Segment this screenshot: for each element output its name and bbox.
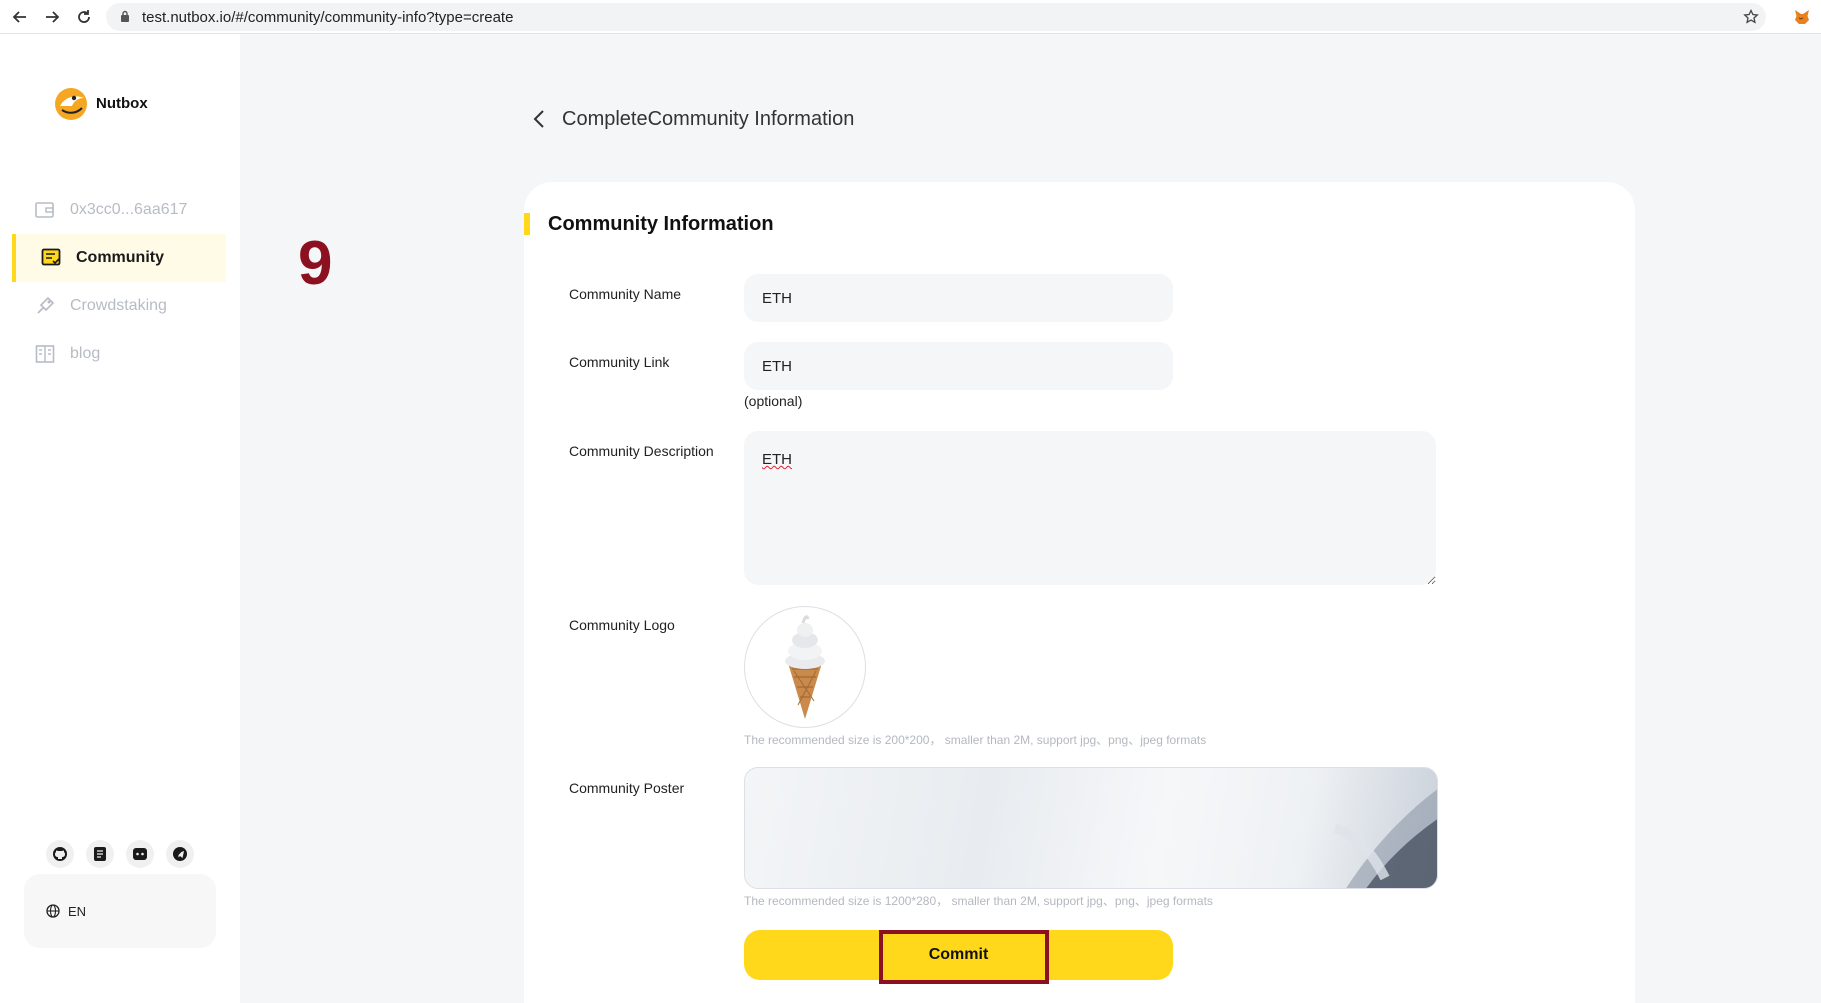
wallet-icon xyxy=(34,199,56,221)
sidebar-item-community[interactable]: Community xyxy=(12,234,226,282)
reload-icon[interactable] xyxy=(72,5,96,29)
community-name-input[interactable] xyxy=(744,274,1173,322)
sidebar-item-label: blog xyxy=(70,345,101,362)
github-icon[interactable] xyxy=(46,840,74,868)
metamask-fox-icon[interactable] xyxy=(1791,6,1813,28)
nutbox-logo-icon xyxy=(52,84,90,122)
community-description-textarea[interactable]: ETH xyxy=(744,431,1436,585)
blog-icon xyxy=(34,343,56,365)
page-title: CompleteCommunity Information xyxy=(562,107,855,130)
community-logo-label: Community Logo xyxy=(569,617,675,633)
crowdstaking-icon xyxy=(34,295,56,317)
community-poster-label: Community Poster xyxy=(569,780,685,796)
sidebar-item-wallet[interactable]: 0x3cc0...6aa617 xyxy=(12,186,226,234)
address-bar[interactable]: test.nutbox.io/#/community/community-inf… xyxy=(106,3,1766,31)
discord-icon[interactable] xyxy=(126,840,154,868)
community-name-label: Community Name xyxy=(569,286,682,302)
social-links xyxy=(46,840,206,868)
sidebar-item-crowdstaking[interactable]: Crowdstaking xyxy=(12,282,226,330)
lock-icon xyxy=(120,9,130,26)
community-logo-hint: The recommended size is 200*200， smaller… xyxy=(744,733,1207,747)
community-icon xyxy=(40,247,62,269)
community-info-card: Community Information Community Name Com… xyxy=(524,182,1635,1003)
step-annotation: 9 xyxy=(298,229,333,298)
back-arrow-icon[interactable] xyxy=(8,5,32,29)
sidebar-item-label: Crowdstaking xyxy=(70,297,167,314)
page-header: CompleteCommunity Information xyxy=(528,104,854,134)
community-poster-upload[interactable] xyxy=(744,767,1438,889)
section-heading: Community Information xyxy=(524,212,774,236)
ice-cream-cone-icon xyxy=(785,615,825,719)
section-accent-bar xyxy=(524,213,530,235)
language-selector[interactable]: EN xyxy=(24,874,216,948)
sidebar-item-blog[interactable]: blog xyxy=(12,330,226,378)
section-title: Community Information xyxy=(548,212,774,235)
community-link-hint: (optional) xyxy=(744,393,803,409)
community-link-input[interactable] xyxy=(744,342,1173,390)
language-label: EN xyxy=(68,903,87,919)
globe-icon xyxy=(46,904,60,918)
docs-icon[interactable] xyxy=(86,840,114,868)
poster-image xyxy=(1333,789,1437,888)
brand-name: Nutbox xyxy=(96,94,148,112)
brand-logo[interactable]: Nutbox xyxy=(52,84,148,122)
chevron-left-icon[interactable] xyxy=(528,104,550,134)
telegram-icon[interactable] xyxy=(166,840,194,868)
browser-toolbar: test.nutbox.io/#/community/community-inf… xyxy=(0,0,1821,34)
url-text: test.nutbox.io/#/community/community-inf… xyxy=(142,8,514,26)
sidebar: Nutbox 0x3cc0...6aa617 Community Crowdst… xyxy=(0,34,240,1003)
forward-arrow-icon[interactable] xyxy=(40,5,64,29)
sidebar-item-label: 0x3cc0...6aa617 xyxy=(70,201,188,218)
sidebar-item-label: Community xyxy=(76,249,164,266)
community-logo-upload[interactable] xyxy=(744,606,866,728)
community-link-label: Community Link xyxy=(569,354,670,370)
community-poster-hint: The recommended size is 1200*280， smalle… xyxy=(744,894,1213,908)
commit-button[interactable]: Commit xyxy=(744,930,1173,980)
bookmark-star-icon[interactable] xyxy=(1739,5,1763,29)
community-description-label: Community Description xyxy=(569,443,714,459)
